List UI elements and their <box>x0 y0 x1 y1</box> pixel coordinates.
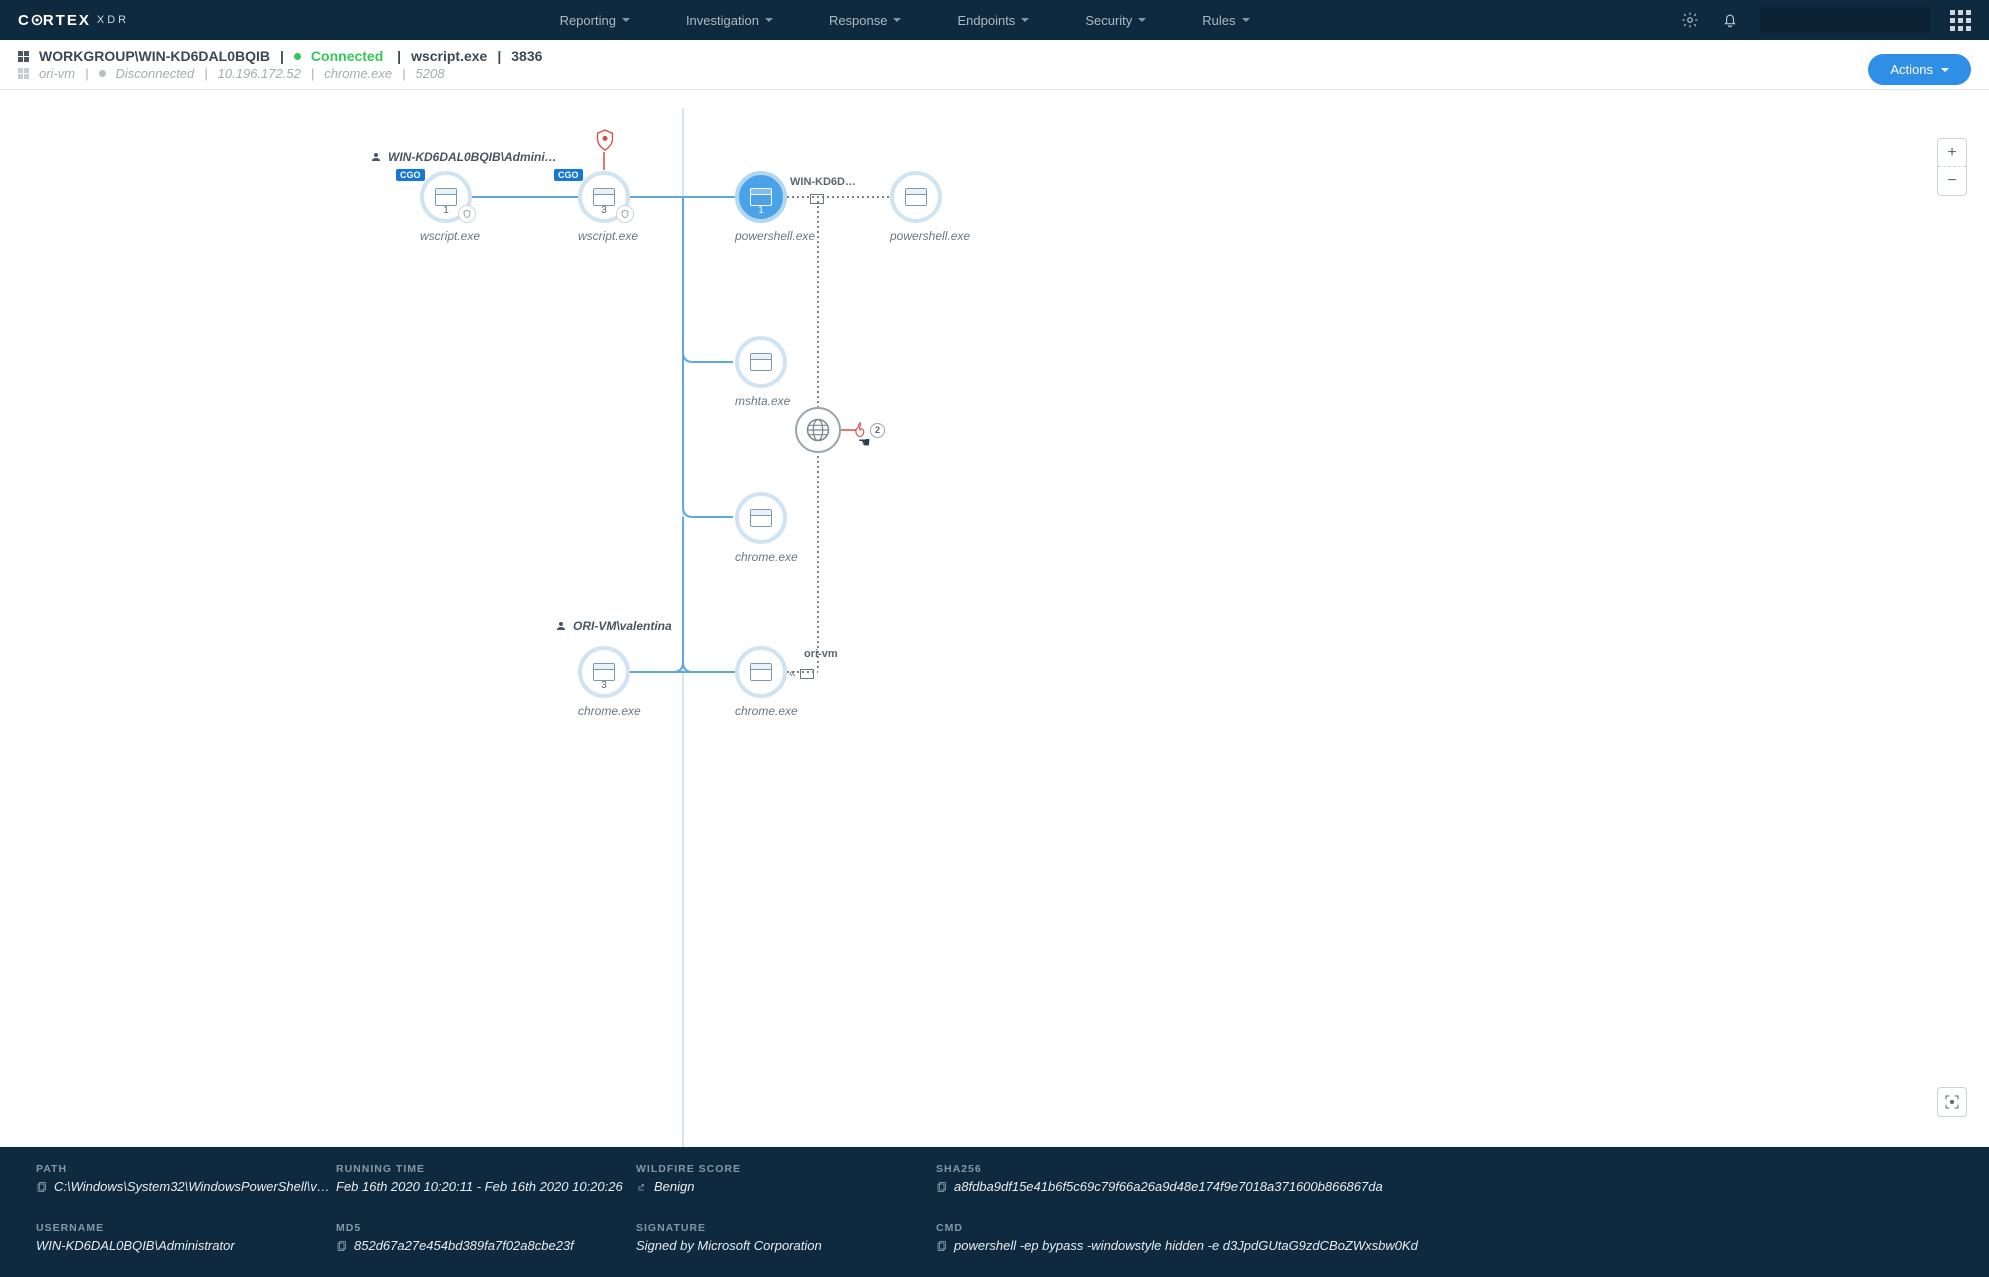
node-network[interactable] <box>795 407 841 453</box>
brand-suffix: XDR <box>97 14 129 26</box>
chevron-down-icon <box>1242 18 1250 22</box>
node-powershell-1[interactable]: 1 powershell.exe <box>735 171 787 243</box>
nav-reporting[interactable]: Reporting <box>560 13 630 28</box>
context-secondary-process: chrome.exe <box>324 66 392 81</box>
nav-rules[interactable]: Rules <box>1202 13 1249 28</box>
nav-center: Reporting Investigation Response Endpoin… <box>129 13 1680 28</box>
context-secondary-host: ori-vm <box>39 66 75 81</box>
user-menu[interactable] <box>1760 7 1930 33</box>
globe-icon <box>804 416 832 444</box>
shield-badge-icon <box>616 205 634 223</box>
chevron-down-icon <box>1941 68 1949 72</box>
detail-sha256: SHA256 a8fdba9df15e41b6f5c69c79f66a26a9d… <box>936 1163 1953 1202</box>
user-label-bottom: ORI-VM\valentina <box>555 619 672 633</box>
status-dot-disconnected <box>99 70 106 77</box>
copy-icon[interactable] <box>936 1239 948 1253</box>
context-primary: WORKGROUP\WIN-KD6DAL0BQIB | Connected | … <box>18 48 1971 64</box>
nav-security[interactable]: Security <box>1085 13 1146 28</box>
nav-endpoints[interactable]: Endpoints <box>957 13 1029 28</box>
process-icon <box>750 353 772 371</box>
node-chrome-bottom-1[interactable]: 3 chrome.exe <box>578 646 630 718</box>
process-icon <box>750 509 772 527</box>
process-icon <box>435 188 457 206</box>
context-secondary-pid: 5208 <box>416 66 445 81</box>
context-secondary-ip: 10.196.172.52 <box>218 66 301 81</box>
chevron-down-icon <box>1138 18 1146 22</box>
copy-icon[interactable] <box>36 1180 48 1194</box>
nav-right <box>1680 7 1971 33</box>
nav-investigation[interactable]: Investigation <box>686 13 773 28</box>
context-secondary-status: Disconnected <box>116 66 195 81</box>
user-label-top: WIN-KD6DAL0BQIB\Admini… <box>370 150 557 164</box>
detail-signature: SIGNATURE Signed by Microsoft Corporatio… <box>636 1222 936 1261</box>
node-chrome-mid[interactable]: chrome.exe <box>735 492 787 564</box>
host-glyph-bottom <box>800 666 814 684</box>
actions-button[interactable]: Actions <box>1868 54 1971 85</box>
host-glyph-top <box>810 191 824 209</box>
gear-icon[interactable] <box>1680 10 1700 30</box>
context-bar: WORKGROUP\WIN-KD6DAL0BQIB | Connected | … <box>0 40 1989 90</box>
detail-wildfire: WILDFIRE SCORE Benign <box>636 1163 936 1202</box>
node-powershell-2[interactable]: powershell.exe <box>890 171 942 243</box>
detail-username: USERNAME WIN-KD6DAL0BQIB\Administrator <box>36 1222 336 1261</box>
context-primary-process: wscript.exe <box>411 48 487 64</box>
cursor-icon: ☚ <box>858 434 871 451</box>
node-chrome-bottom-2[interactable]: chrome.exe <box>735 646 787 718</box>
chevron-down-icon <box>765 18 773 22</box>
graph-edges <box>0 108 1989 1147</box>
windows-icon <box>18 51 29 62</box>
detail-running-time: RUNNING TIME Feb 16th 2020 10:20:11 - Fe… <box>336 1163 636 1202</box>
shield-badge-icon <box>458 205 476 223</box>
process-icon <box>593 663 615 681</box>
brand-logo: CRTEX XDR <box>18 12 129 29</box>
detail-path: PATH C:\Windows\System32\WindowsPowerShe… <box>36 1163 336 1202</box>
apps-grid-icon[interactable] <box>1950 10 1971 31</box>
copy-icon[interactable] <box>936 1180 948 1194</box>
node-mshta[interactable]: mshta.exe <box>735 336 787 408</box>
nav-response[interactable]: Response <box>829 13 902 28</box>
process-icon <box>593 188 615 206</box>
cgo-badge: CGO <box>554 169 583 181</box>
alert-count: 2 <box>870 423 885 438</box>
process-icon <box>750 663 772 681</box>
context-primary-host: WORKGROUP\WIN-KD6DAL0BQIB <box>39 48 270 64</box>
windows-icon <box>18 68 29 79</box>
context-secondary: ori-vm | Disconnected | 10.196.172.52 | … <box>18 66 1971 81</box>
detail-cmd: CMD powershell -ep bypass -windowstyle h… <box>936 1222 1953 1261</box>
cgo-badge: CGO <box>396 169 425 181</box>
detail-md5: MD5 852d67a27e454bd389fa7f02a8cbe23f <box>336 1222 636 1261</box>
details-panel: PATH C:\Windows\System32\WindowsPowerShe… <box>0 1147 1989 1277</box>
causality-canvas[interactable]: + − WIN-KD6DAL0BQIB\A <box>0 108 1989 1147</box>
host-label-bottom: ori-vm <box>804 648 838 660</box>
bell-icon[interactable] <box>1720 10 1740 30</box>
threat-shield-icon[interactable] <box>595 128 615 157</box>
node-wscript-1[interactable]: CGO 1 wscript.exe <box>420 171 472 243</box>
status-dot-connected <box>294 53 301 60</box>
brand-name: CRTEX <box>18 12 91 29</box>
context-primary-pid: 3836 <box>511 48 542 64</box>
chevron-down-icon <box>893 18 901 22</box>
process-icon <box>750 188 772 206</box>
node-wscript-2[interactable]: CGO 3 wscript.exe <box>578 171 630 243</box>
process-icon <box>905 188 927 206</box>
share-icon[interactable] <box>636 1180 648 1194</box>
chevron-down-icon <box>1021 18 1029 22</box>
topnav: CRTEX XDR Reporting Investigation Respon… <box>0 0 1989 40</box>
copy-icon[interactable] <box>336 1239 348 1253</box>
chevron-down-icon <box>622 18 630 22</box>
context-primary-status: Connected <box>311 48 383 64</box>
host-label-top: WIN-KD6D… <box>790 176 856 188</box>
